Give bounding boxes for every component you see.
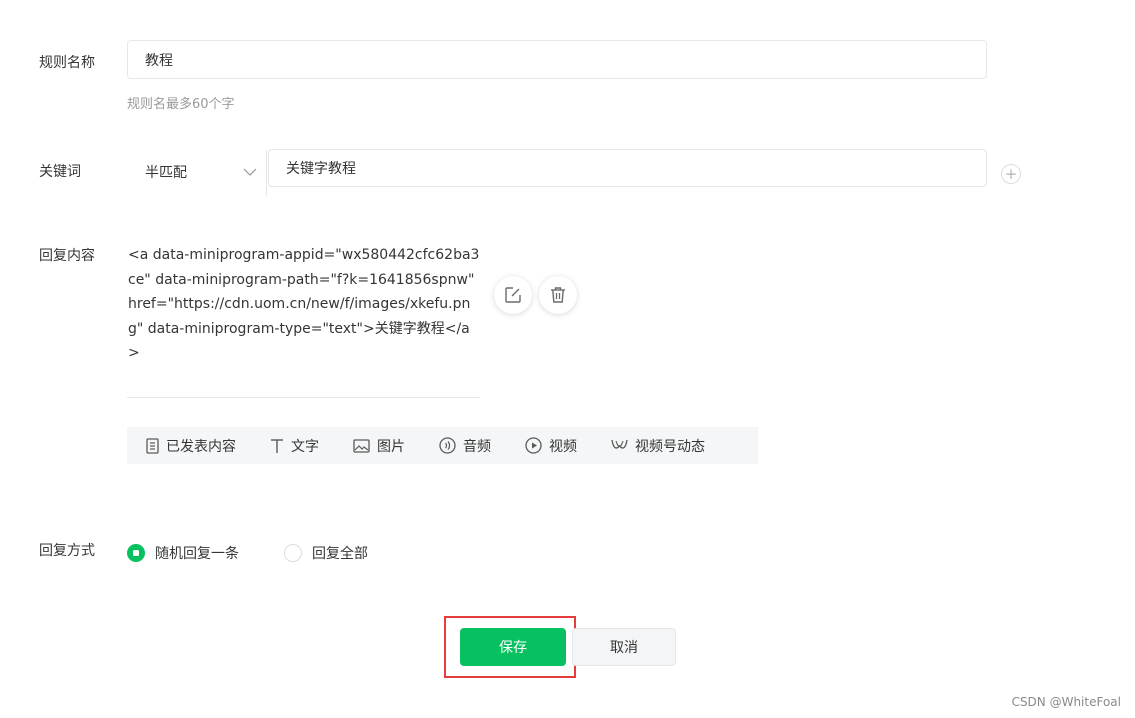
reply-content-label: 回复内容 [39,248,95,264]
cancel-button[interactable]: 取消 [572,628,676,666]
toolbar-label: 图片 [377,438,405,455]
select-divider [266,150,267,196]
rule-name-input[interactable]: 教程 [127,40,987,79]
edit-reply-button[interactable] [494,276,532,314]
rule-name-value: 教程 [145,52,173,69]
toolbar-label: 音频 [463,438,491,455]
toolbar-video[interactable]: 视频 [525,427,577,464]
match-mode-select[interactable]: 半匹配 [127,153,267,191]
plus-icon: + [1004,164,1018,183]
image-icon [353,438,377,453]
reply-mode-label: 回复方式 [39,543,95,559]
toolbar-label: 视频号动态 [635,438,705,455]
chevron-down-icon [243,168,257,176]
delete-reply-button[interactable] [539,276,577,314]
radio-random-reply[interactable]: 随机回复一条 [127,543,239,563]
keyword-value: 关键字教程 [286,161,356,177]
toolbar-label: 视频 [549,438,577,455]
match-mode-value: 半匹配 [145,165,187,181]
toolbar-label: 已发表内容 [166,438,236,455]
toolbar-image[interactable]: 图片 [353,427,405,464]
watermark: CSDN @WhiteFoal [1011,695,1121,709]
radio-reply-all[interactable]: 回复全部 [284,543,368,563]
edit-icon [504,286,522,304]
rule-name-hint: 规则名最多60个字 [127,97,235,112]
rule-name-label: 规则名称 [39,55,95,71]
radio-label: 随机回复一条 [155,546,239,562]
toolbar-audio[interactable]: 音频 [439,427,491,464]
document-icon [146,437,166,454]
trash-icon [549,286,567,304]
audio-icon [439,437,463,454]
keyword-input[interactable]: 关键字教程 [268,149,987,187]
channels-icon [611,438,635,453]
toolbar-published-content[interactable]: 已发表内容 [146,427,236,464]
toolbar-text[interactable]: 文字 [270,427,319,464]
video-icon [525,437,549,454]
add-keyword-button[interactable]: + [1001,164,1021,184]
reply-type-toolbar: 已发表内容 文字 图片 音频 视频 视频号动态 [127,427,758,464]
save-button[interactable]: 保存 [460,628,566,666]
radio-unchecked-icon [284,544,302,562]
toolbar-channels[interactable]: 视频号动态 [611,427,705,464]
text-icon [270,438,291,454]
keyword-label: 关键词 [39,164,81,180]
reply-content-divider [127,397,480,398]
radio-label: 回复全部 [312,546,368,562]
radio-checked-icon [127,544,145,562]
toolbar-label: 文字 [291,438,319,455]
reply-content-text: <a data-miniprogram-appid="wx580442cfc62… [128,247,480,361]
